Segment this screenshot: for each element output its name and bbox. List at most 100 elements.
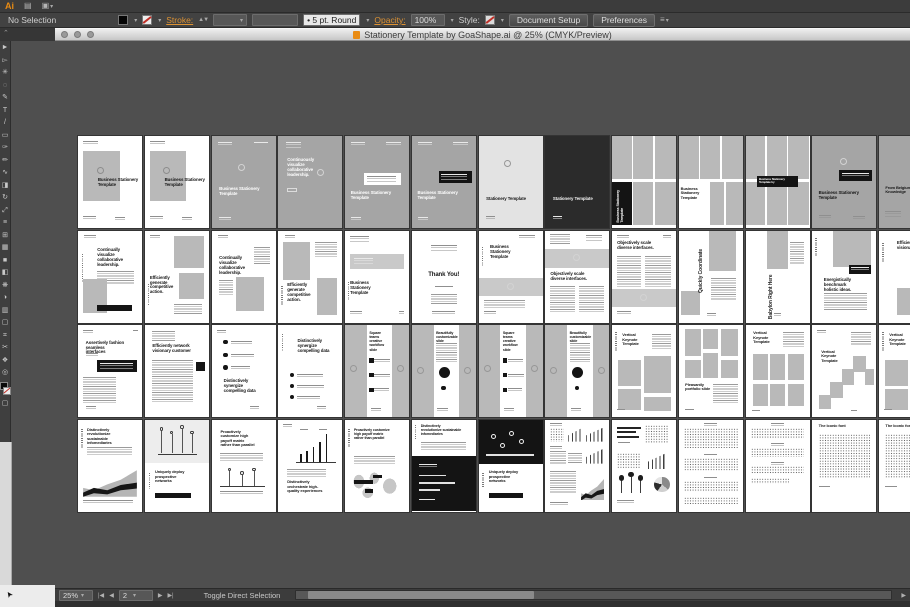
artboard-18[interactable]: Business Stationery Template — [345, 231, 409, 323]
artboard-1[interactable]: Business Stationery Template — [78, 136, 142, 228]
artboard-35[interactable]: Vertical Keynote Template — [612, 325, 676, 417]
stroke-stepper[interactable]: ▲▼ — [198, 17, 208, 23]
artboard-5[interactable]: Business Stationery Template — [345, 136, 409, 228]
opacity-field[interactable]: 100% — [411, 14, 445, 26]
preferences-button[interactable]: Preferences — [593, 14, 655, 27]
tool-column-graph[interactable]: ▥ — [1, 307, 10, 314]
tool-gradient[interactable]: ■ — [1, 257, 10, 264]
zoom-level-field[interactable]: 25%▾ — [59, 590, 93, 601]
artboard-43[interactable]: Distinctively orchestrate high-quality e… — [278, 420, 342, 512]
artboard-29[interactable]: Distinctively synergize compelling data — [212, 325, 276, 417]
artboard-23[interactable]: Quickly Coordinate — [679, 231, 743, 323]
artboard-32[interactable]: Beautifully customizable slide — [412, 325, 476, 417]
tool-rectangle[interactable]: ▭ — [1, 132, 10, 139]
stroke-swatch[interactable] — [3, 387, 11, 395]
artboard-34[interactable]: Beautifully customizable slide — [545, 325, 609, 417]
tool-type[interactable]: T — [1, 107, 10, 114]
tool-scale[interactable]: ⤢ — [1, 207, 10, 214]
artboard-42[interactable]: Proactively customize high payoff matrix… — [212, 420, 276, 512]
tool-slice[interactable]: ⌗ — [1, 332, 10, 339]
artboard-30[interactable]: Distinctively synergize compelling data — [278, 325, 342, 417]
artboard-19[interactable]: Thank You! — [412, 231, 476, 323]
window-title-bar[interactable]: Stationery Template by GoaShape.ai @ 25%… — [55, 28, 910, 41]
tool-pen[interactable]: ✎ — [1, 94, 10, 101]
tool-symbol-sprayer[interactable]: ◑ — [1, 294, 10, 301]
artboard-7[interactable]: Stationery Template — [479, 136, 543, 228]
tool-free-transform[interactable]: ≡ — [1, 219, 10, 226]
artboard-28[interactable]: Efficiently network visionary customer — [145, 325, 209, 417]
tool-artboard[interactable]: ▢ — [1, 319, 10, 326]
artboard-49[interactable] — [679, 420, 743, 512]
artboard-45[interactable]: Distinctively revolutionize sustainable … — [412, 420, 476, 512]
tool-eraser[interactable]: ◨ — [1, 182, 10, 189]
artboard-51[interactable]: The Iconic font — [812, 420, 876, 512]
tool-rotate[interactable]: ↻ — [1, 194, 10, 201]
artboard-13[interactable]: From Belgium to Knowledge — [879, 136, 910, 228]
stroke-label[interactable]: Stroke: — [166, 15, 193, 25]
artboard-17[interactable]: Efficiently generate competitive action. — [278, 231, 342, 323]
artboard-26[interactable]: Efficiently network visionary customer — [879, 231, 910, 323]
tool-blend[interactable]: ❋ — [1, 282, 10, 289]
tool-width[interactable]: ∿ — [1, 169, 10, 176]
artboard-22[interactable]: Objectively scale diverse interfaces. — [612, 231, 676, 323]
artboard-9[interactable]: Business Stationery Template — [612, 136, 676, 228]
artboard-20[interactable]: Business Stationery Template — [479, 231, 543, 323]
artboard-6[interactable]: Business Stationery Template — [412, 136, 476, 228]
tool-magic-wand[interactable]: ✳ — [1, 69, 10, 76]
panel-menu-icon[interactable]: ≡▾ — [660, 16, 669, 24]
next-artboard-button[interactable]: ▶ — [158, 592, 163, 599]
stroke-color-swatch[interactable] — [142, 15, 152, 25]
tool-selection[interactable]: ► — [1, 44, 10, 51]
first-artboard-button[interactable]: |◀ — [98, 592, 104, 599]
artboard-50[interactable] — [746, 420, 810, 512]
artboard-8[interactable]: Stationery Template — [545, 136, 609, 228]
artboard-31[interactable]: Square teams creative workflow slide — [345, 325, 409, 417]
artboard-48[interactable] — [612, 420, 676, 512]
tool-pencil[interactable]: ✏ — [1, 157, 10, 164]
artboard-52[interactable]: The Iconic font — [879, 420, 910, 512]
arrange-documents-icon[interactable]: ▣▾ — [42, 2, 54, 10]
tool-lasso[interactable]: ◌ — [1, 82, 10, 89]
artboard-38[interactable]: Vertical Keynote Template — [812, 325, 876, 417]
brush-definition-field[interactable] — [252, 14, 298, 26]
collapse-icon[interactable]: ⌃ — [3, 30, 9, 37]
tool-line-segment[interactable]: / — [1, 119, 10, 126]
canvas-area[interactable]: ►▻✳◌✎T/▭✑✏∿◨↻⤢≡⊞▦■◧❋◑▥▢⌗✂❖◎▢ Business St… — [0, 41, 910, 607]
tool-mesh[interactable]: ▦ — [1, 244, 10, 251]
fill-stroke-swatches[interactable] — [0, 382, 10, 395]
artboard-37[interactable]: Vertical Keynote Template — [746, 325, 810, 417]
tool-zoom[interactable]: ◎ — [1, 369, 10, 376]
tool-direct-selection[interactable]: ▻ — [1, 57, 10, 64]
artboard-36[interactable]: Pleasantly portfolio slide — [679, 325, 743, 417]
tool-perspective-grid[interactable]: ⊞ — [1, 232, 10, 239]
tool-eyedropper[interactable]: ◧ — [1, 269, 10, 276]
artboard-2[interactable]: Business Stationery Template — [145, 136, 209, 228]
artboard-15[interactable]: Efficiently generate competitive action. — [145, 231, 209, 323]
artboard-number-field[interactable]: 2▾ — [119, 590, 153, 601]
tool-hand[interactable]: ❖ — [1, 357, 10, 364]
scroll-right-button[interactable]: ▶ — [901, 592, 906, 599]
variable-width-profile-field[interactable]: • 5 pt. Round — [303, 14, 360, 26]
artboard-24[interactable]: Babylon Right Here — [746, 231, 810, 323]
artboard-16[interactable]: Continually visualize collaborative lead… — [212, 231, 276, 323]
artboard-11[interactable]: Business Stationery Template by — [746, 136, 810, 228]
artboard-33[interactable]: Square teams creative workflow slide — [479, 325, 543, 417]
artboard-14[interactable]: Continually visualize collaborative lead… — [78, 231, 142, 323]
bridge-icon[interactable]: ▤ — [24, 2, 32, 10]
artboard-39[interactable]: Vertical Keynote Template — [879, 325, 910, 417]
previous-artboard-button[interactable]: ◀ — [109, 592, 114, 599]
stroke-weight-field[interactable]: ▾ — [213, 14, 247, 26]
style-swatch[interactable] — [485, 15, 495, 25]
artboard-4[interactable]: Continuously visualize collaborative lea… — [278, 136, 342, 228]
artboard-10[interactable]: Business Stationery Template — [679, 136, 743, 228]
artboard-47[interactable] — [545, 420, 609, 512]
scrollbar-thumb[interactable] — [308, 591, 534, 599]
artboard-44[interactable]: Proactively customize high payoff matrix… — [345, 420, 409, 512]
artboard-46[interactable]: Uniquely deploy prospective networks — [479, 420, 543, 512]
tool-screen-mode[interactable]: ▢ — [1, 400, 10, 407]
artboard-25[interactable]: Energistically benchmark holistic ideas. — [812, 231, 876, 323]
artboard-21[interactable]: Objectively scale diverse interfaces. — [545, 231, 609, 323]
horizontal-scrollbar[interactable] — [295, 590, 892, 600]
opacity-label[interactable]: Opacity: — [374, 15, 405, 25]
artboard-12[interactable]: Business Stationery Template — [812, 136, 876, 228]
